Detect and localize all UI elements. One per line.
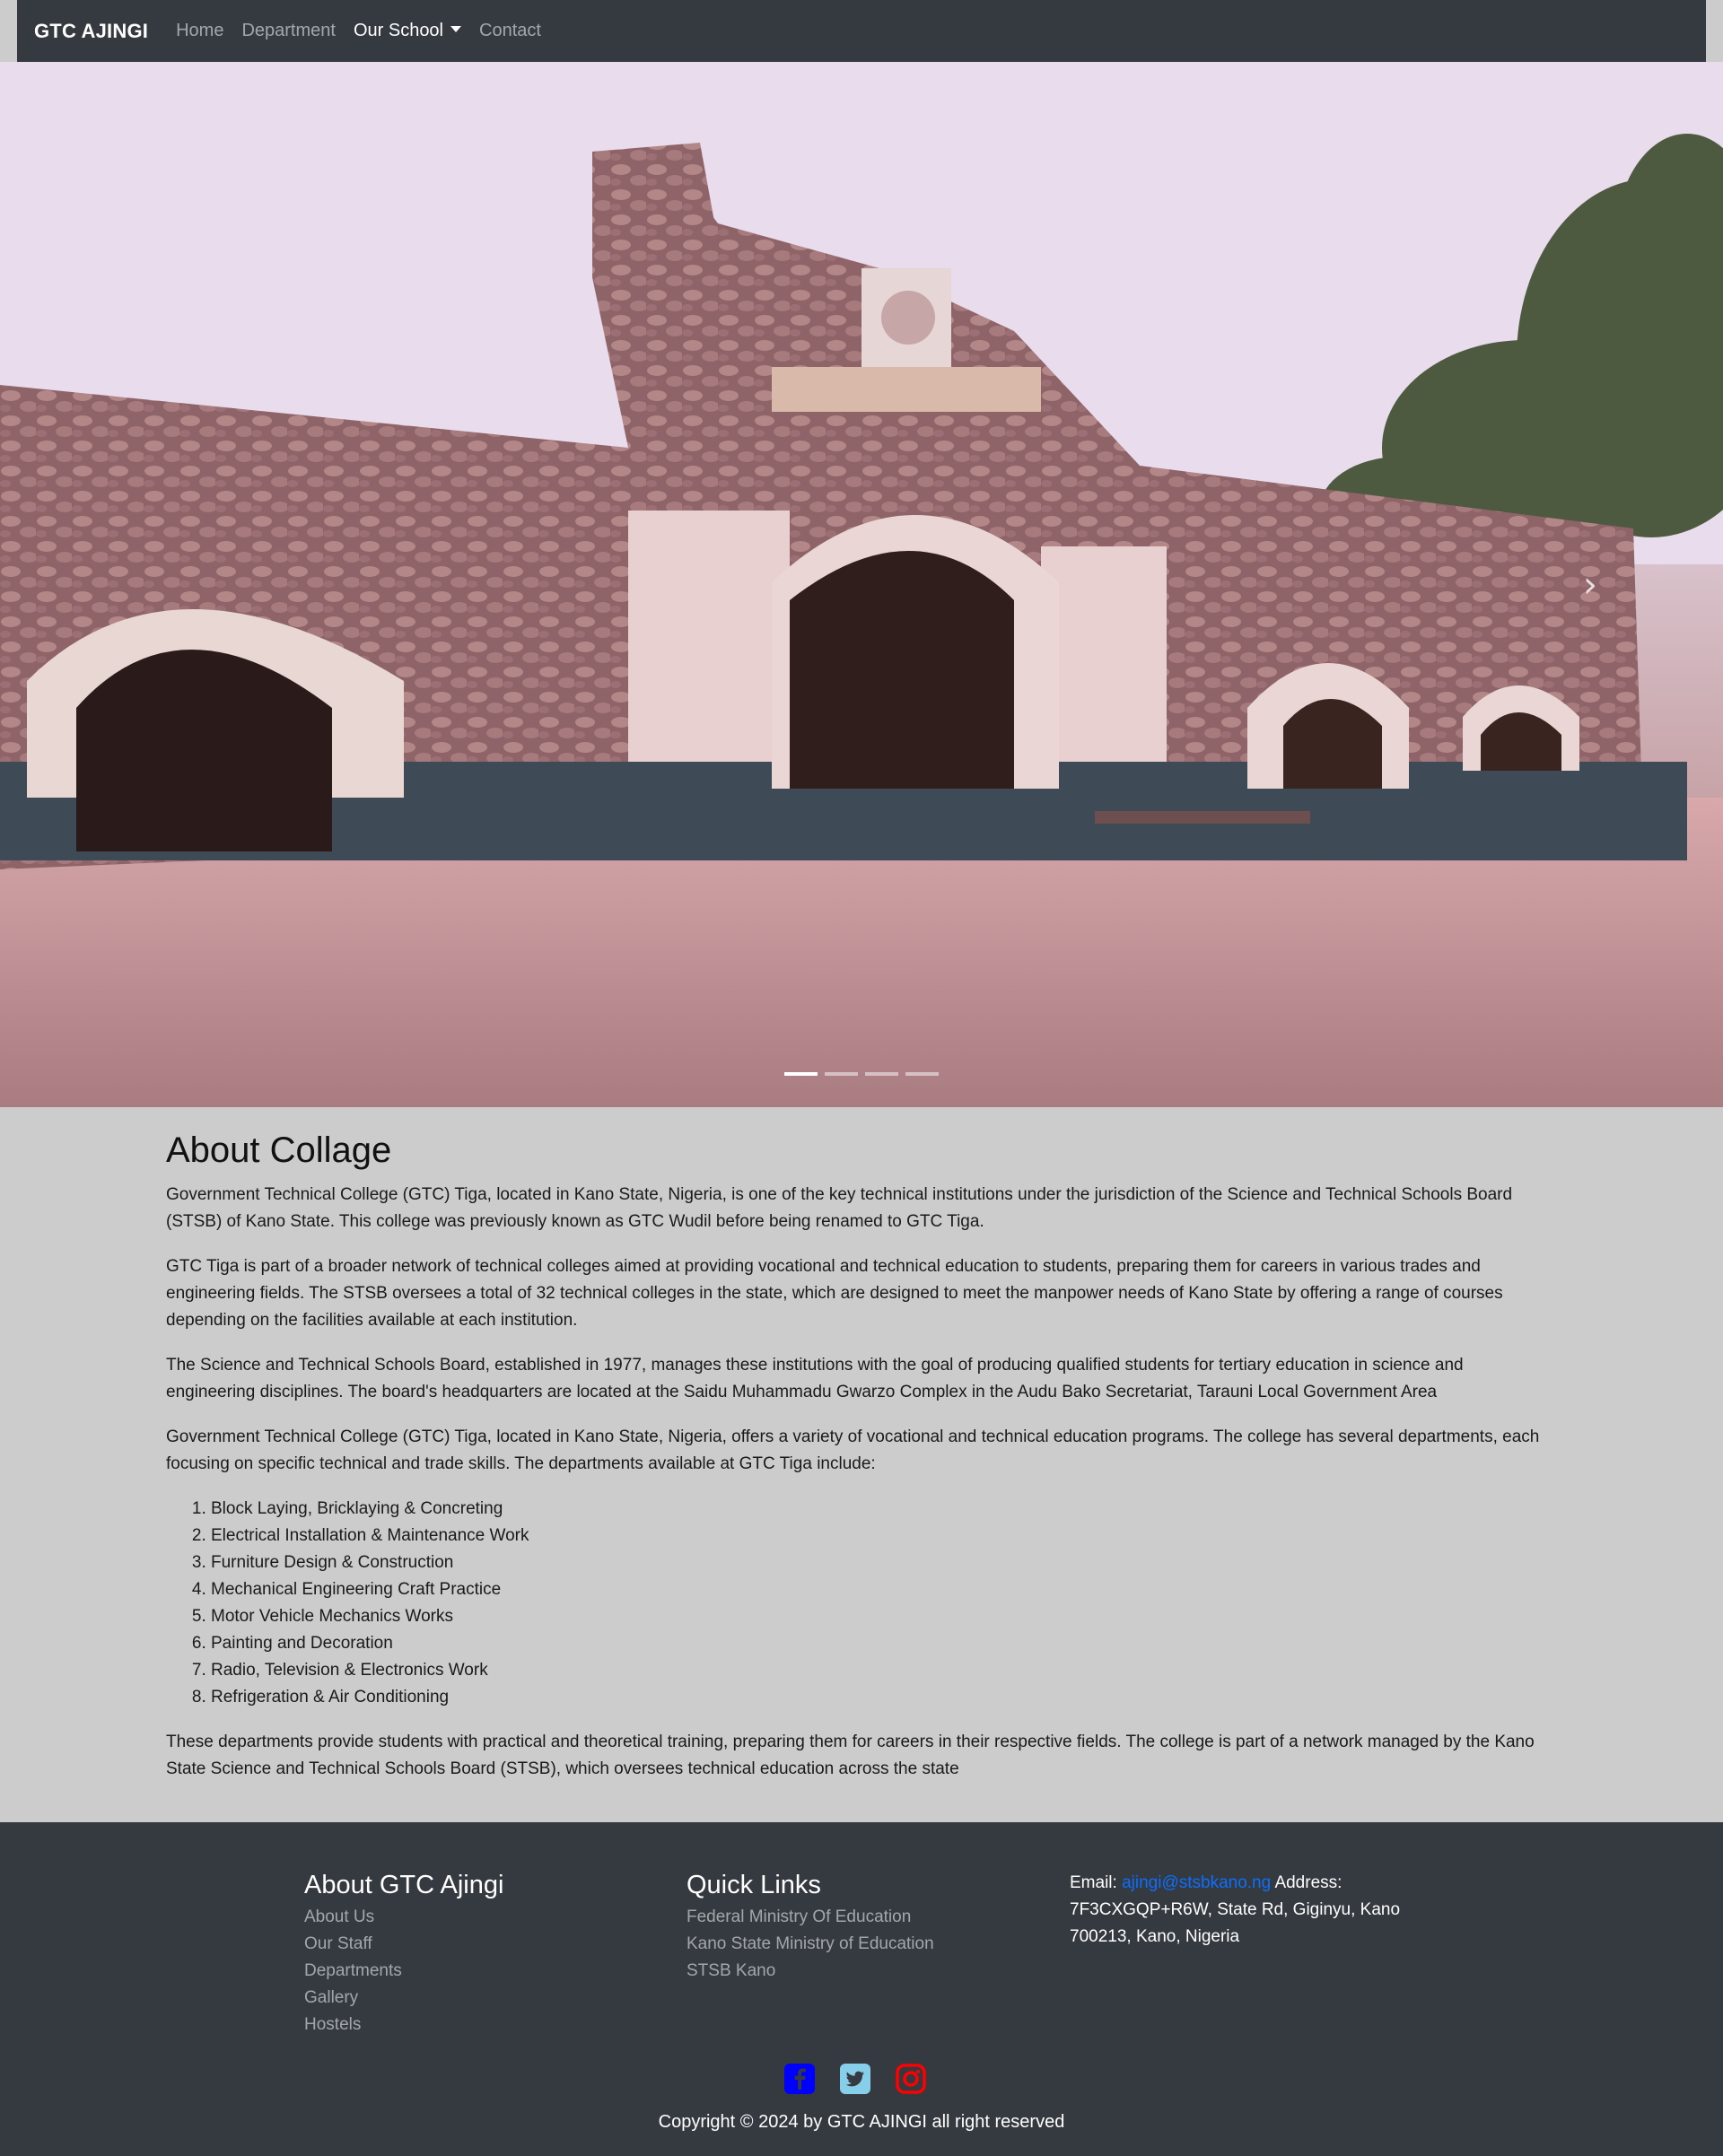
about-title: About Collage: [166, 1130, 392, 1170]
copyright-text: Copyright © 2024 by GTC AJINGI all right…: [658, 2112, 1065, 2132]
brand-logo-text[interactable]: GTC AJINGI: [34, 20, 148, 43]
site-footer: About GTC Ajingi About Us Our Staff Depa…: [0, 1822, 1723, 2156]
nav-department[interactable]: Department: [241, 21, 336, 41]
email-link[interactable]: ajingi@stsbkano.ng: [1122, 1873, 1271, 1892]
footer-about-title: About GTC Ajingi: [304, 1871, 504, 1899]
address-label: Address:: [1274, 1873, 1343, 1892]
about-paragraph-4: Government Technical College (GTC) Tiga,…: [166, 1427, 1540, 1473]
department-item: Mechanical Engineering Craft Practice: [211, 1576, 1557, 1603]
nav-our-school-dropdown[interactable]: Our School: [353, 21, 462, 41]
about-paragraph-3: The Science and Technical Schools Board,…: [166, 1356, 1464, 1401]
email-label: Email:: [1070, 1873, 1117, 1892]
twitter-icon[interactable]: [839, 2063, 871, 2095]
footer-link-our-staff[interactable]: Our Staff: [304, 1931, 503, 1958]
footer-contact: Email: ajingi@stsbkano.ng Address: 7F3CX…: [1070, 1870, 1429, 1951]
department-item: Radio, Television & Electronics Work: [211, 1657, 1557, 1684]
social-icons: [783, 2063, 927, 2095]
hero-carousel: ›: [0, 62, 1723, 1107]
footer-link-kano-ministry[interactable]: Kano State Ministry of Education: [687, 1931, 934, 1958]
department-item: Motor Vehicle Mechanics Works: [211, 1603, 1557, 1630]
footer-quick-links-column: Quick Links Federal Ministry Of Educatio…: [687, 1871, 934, 1985]
about-paragraph-1: Government Technical College (GTC) Tiga,…: [166, 1185, 1513, 1231]
department-item: Refrigeration & Air Conditioning: [211, 1684, 1557, 1711]
carousel-indicators: [784, 1072, 939, 1076]
nav-contact[interactable]: Contact: [479, 21, 541, 41]
school-gate-photo: [0, 62, 1723, 1107]
department-item: Electrical Installation & Maintenance Wo…: [211, 1523, 1557, 1549]
footer-link-stsb-kano[interactable]: STSB Kano: [687, 1958, 934, 1985]
about-paragraph-2: GTC Tiga is part of a broader network of…: [166, 1257, 1503, 1330]
department-item: Furniture Design & Construction: [211, 1549, 1557, 1576]
footer-link-about-us[interactable]: About Us: [304, 1904, 503, 1931]
carousel-indicator-2[interactable]: [825, 1072, 858, 1076]
departments-list: Block Laying, Bricklaying & Concreting E…: [166, 1496, 1557, 1711]
nav-our-school-label: Our School: [353, 21, 444, 40]
footer-quick-links-title: Quick Links: [687, 1871, 821, 1899]
address-text: 7F3CXGQP+R6W, State Rd, Giginyu, Kano 70…: [1070, 1900, 1401, 1946]
footer-link-hostels[interactable]: Hostels: [304, 2012, 503, 2038]
department-item: Painting and Decoration: [211, 1630, 1557, 1657]
footer-link-federal-ministry[interactable]: Federal Ministry Of Education: [687, 1904, 934, 1931]
footer-link-departments[interactable]: Departments: [304, 1958, 503, 1985]
carousel-indicator-1[interactable]: [784, 1072, 818, 1076]
about-section: About Collage Government Technical Colle…: [0, 1107, 1723, 1822]
chevron-down-icon: [450, 26, 462, 32]
instagram-icon[interactable]: [895, 2063, 927, 2095]
footer-link-gallery[interactable]: Gallery: [304, 1985, 503, 2012]
nav-home[interactable]: Home: [176, 21, 223, 41]
department-item: Block Laying, Bricklaying & Concreting: [211, 1496, 1557, 1523]
carousel-indicator-4[interactable]: [905, 1072, 939, 1076]
carousel-next-icon[interactable]: ›: [1583, 564, 1597, 606]
about-closing-paragraph: These departments provide students with …: [166, 1733, 1535, 1778]
facebook-icon[interactable]: [783, 2063, 816, 2095]
carousel-indicator-3[interactable]: [865, 1072, 898, 1076]
top-navbar: GTC AJINGI Home Department Our School Co…: [17, 0, 1706, 62]
about-content: About Collage Government Technical Colle…: [166, 1130, 1557, 1801]
footer-about-column: About GTC Ajingi About Us Our Staff Depa…: [304, 1871, 503, 2038]
